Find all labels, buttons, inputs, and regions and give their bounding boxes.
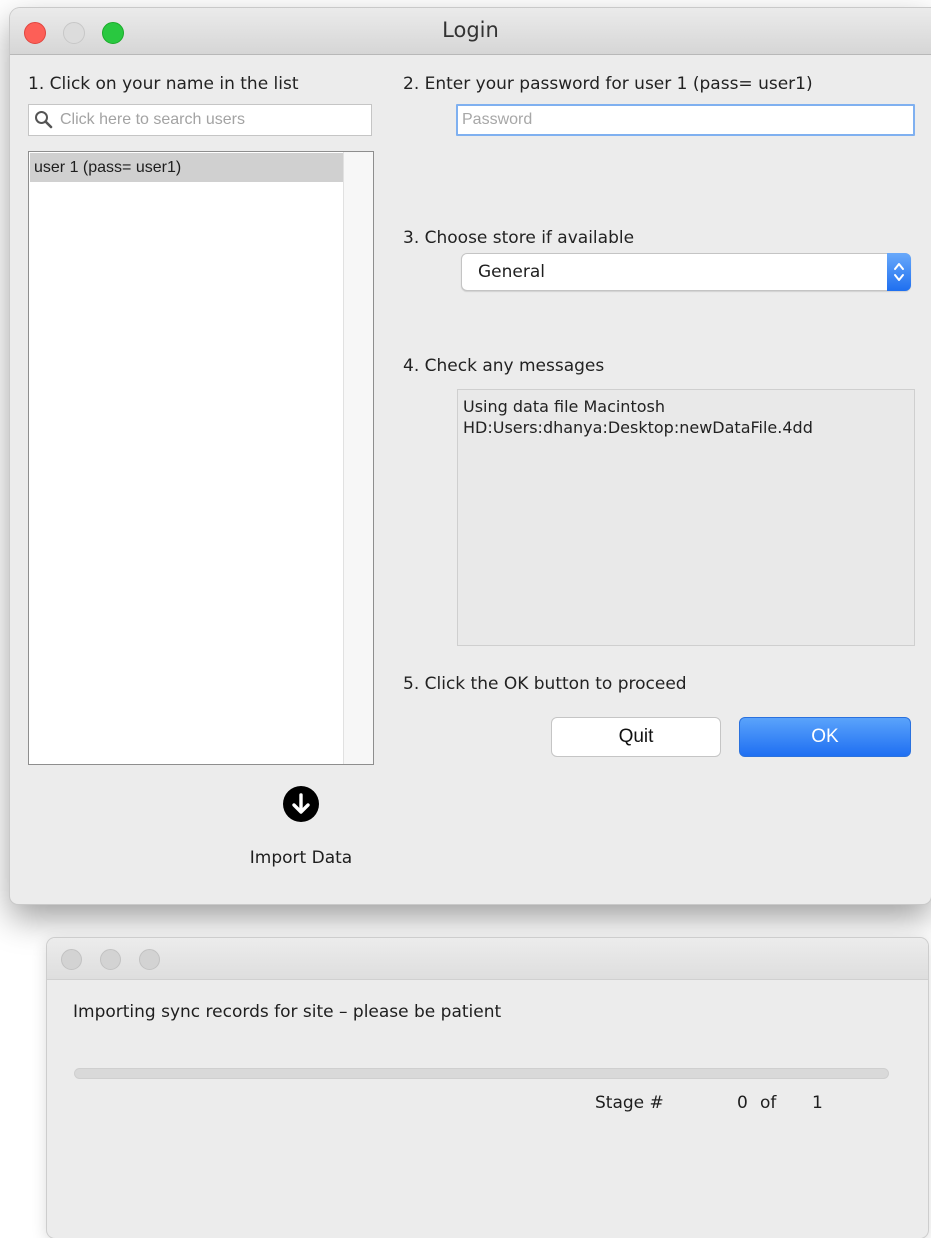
title-bar[interactable] <box>47 938 928 980</box>
chevron-up-down-icon[interactable] <box>887 253 911 291</box>
step4-label: 4. Check any messages <box>403 356 605 376</box>
step3-label: 3. Choose store if available <box>403 228 635 248</box>
login-window: Login 1. Click on your name in the list … <box>10 8 931 904</box>
messages-box: Using data file Macintosh HD:Users:dhany… <box>457 389 915 646</box>
stage-label: Stage # <box>595 1093 664 1113</box>
stage-of-label: of <box>760 1093 777 1113</box>
stage-total: 1 <box>812 1093 823 1113</box>
user-list-item[interactable]: user 1 (pass= user1) <box>30 153 343 182</box>
stage-current: 0 <box>737 1093 748 1113</box>
import-status-message: Importing sync records for site – please… <box>73 1002 502 1022</box>
search-icon <box>35 111 53 129</box>
window-title: Login <box>442 18 499 42</box>
step2-label: 2. Enter your password for user 1 (pass=… <box>403 74 813 94</box>
quit-button[interactable]: Quit <box>551 717 721 757</box>
title-bar[interactable]: Login <box>10 8 931 55</box>
close-button[interactable] <box>61 949 82 970</box>
step1-label: 1. Click on your name in the list <box>28 74 299 94</box>
password-field[interactable] <box>456 104 915 136</box>
list-scrollbar[interactable] <box>343 152 373 764</box>
store-select[interactable]: General <box>461 253 911 291</box>
store-selected-value: General <box>478 262 545 282</box>
import-progress-window: Importing sync records for site – please… <box>47 938 928 1238</box>
progress-bar <box>74 1068 889 1079</box>
import-data-label: Import Data <box>249 848 353 868</box>
search-input[interactable] <box>60 109 365 131</box>
message-text: Using data file Macintosh HD:Users:dhany… <box>463 397 813 437</box>
zoom-button[interactable] <box>139 949 160 970</box>
minimize-button[interactable] <box>100 949 121 970</box>
arrow-down-circle-icon[interactable] <box>283 786 319 822</box>
user-list[interactable]: user 1 (pass= user1) <box>28 151 374 765</box>
import-data-button[interactable]: Import Data <box>230 786 380 876</box>
step5-label: 5. Click the OK button to proceed <box>403 674 687 694</box>
password-input[interactable] <box>462 109 902 131</box>
search-field[interactable] <box>28 104 372 136</box>
ok-button[interactable]: OK <box>739 717 911 757</box>
